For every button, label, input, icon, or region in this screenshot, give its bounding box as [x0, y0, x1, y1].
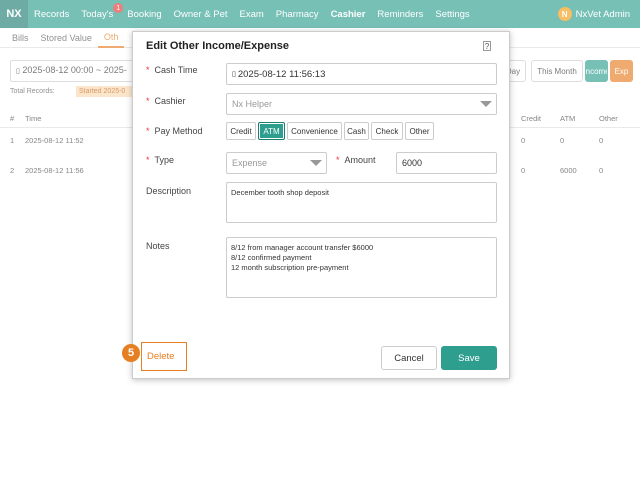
pay-method-convenience[interactable]: Convenience	[287, 122, 342, 140]
pay-method-credit[interactable]: Credit	[226, 122, 256, 140]
step-badge: 5	[122, 344, 140, 362]
edit-income-expense-modal: Edit Other Income/Expense ? * Cash Time ▯…	[122, 31, 510, 379]
type-value: Expense	[232, 158, 268, 168]
notes-textarea[interactable]: 8/12 from manager account transfer $6000…	[226, 237, 497, 298]
cash-time-value: 2025-08-12 11:56:13	[237, 68, 326, 80]
description-textarea[interactable]: December tooth shop deposit	[226, 182, 497, 223]
pay-method-cash[interactable]: Cash	[344, 122, 369, 140]
pay-method-label: * Pay Method	[146, 126, 203, 136]
required-marker: *	[146, 65, 150, 75]
modal-title: Edit Other Income/Expense	[146, 40, 290, 52]
cancel-button[interactable]: Cancel	[381, 346, 437, 370]
required-marker: *	[146, 126, 150, 136]
cash-time-label: * Cash Time	[146, 65, 198, 75]
save-button[interactable]: Save	[441, 346, 497, 370]
pay-method-check[interactable]: Check	[371, 122, 403, 140]
cashier-select[interactable]: Nx Helper	[226, 93, 497, 115]
type-select[interactable]: Expense	[226, 152, 327, 174]
amount-input[interactable]: 6000	[396, 152, 497, 174]
chevron-down-icon	[480, 101, 492, 107]
pay-method-other[interactable]: Other	[405, 122, 434, 140]
amount-value: 6000	[402, 158, 423, 168]
cashier-value: Nx Helper	[232, 99, 273, 109]
close-icon[interactable]: ?	[483, 41, 491, 51]
amount-label: * Amount	[336, 155, 376, 165]
description-label: Description	[146, 186, 192, 196]
delete-button[interactable]: Delete	[141, 342, 187, 371]
pay-method-atm[interactable]: ATM	[258, 122, 285, 140]
type-label: * Type	[146, 155, 175, 165]
chevron-down-icon	[310, 160, 322, 166]
calendar-icon: ▯	[232, 71, 236, 78]
cashier-label: * Cashier	[146, 96, 186, 106]
required-marker: *	[336, 155, 340, 165]
required-marker: *	[146, 96, 150, 106]
cash-time-input[interactable]: ▯ 2025-08-12 11:56:13	[226, 63, 497, 85]
required-marker: *	[146, 155, 150, 165]
notes-label: Notes	[146, 241, 170, 251]
